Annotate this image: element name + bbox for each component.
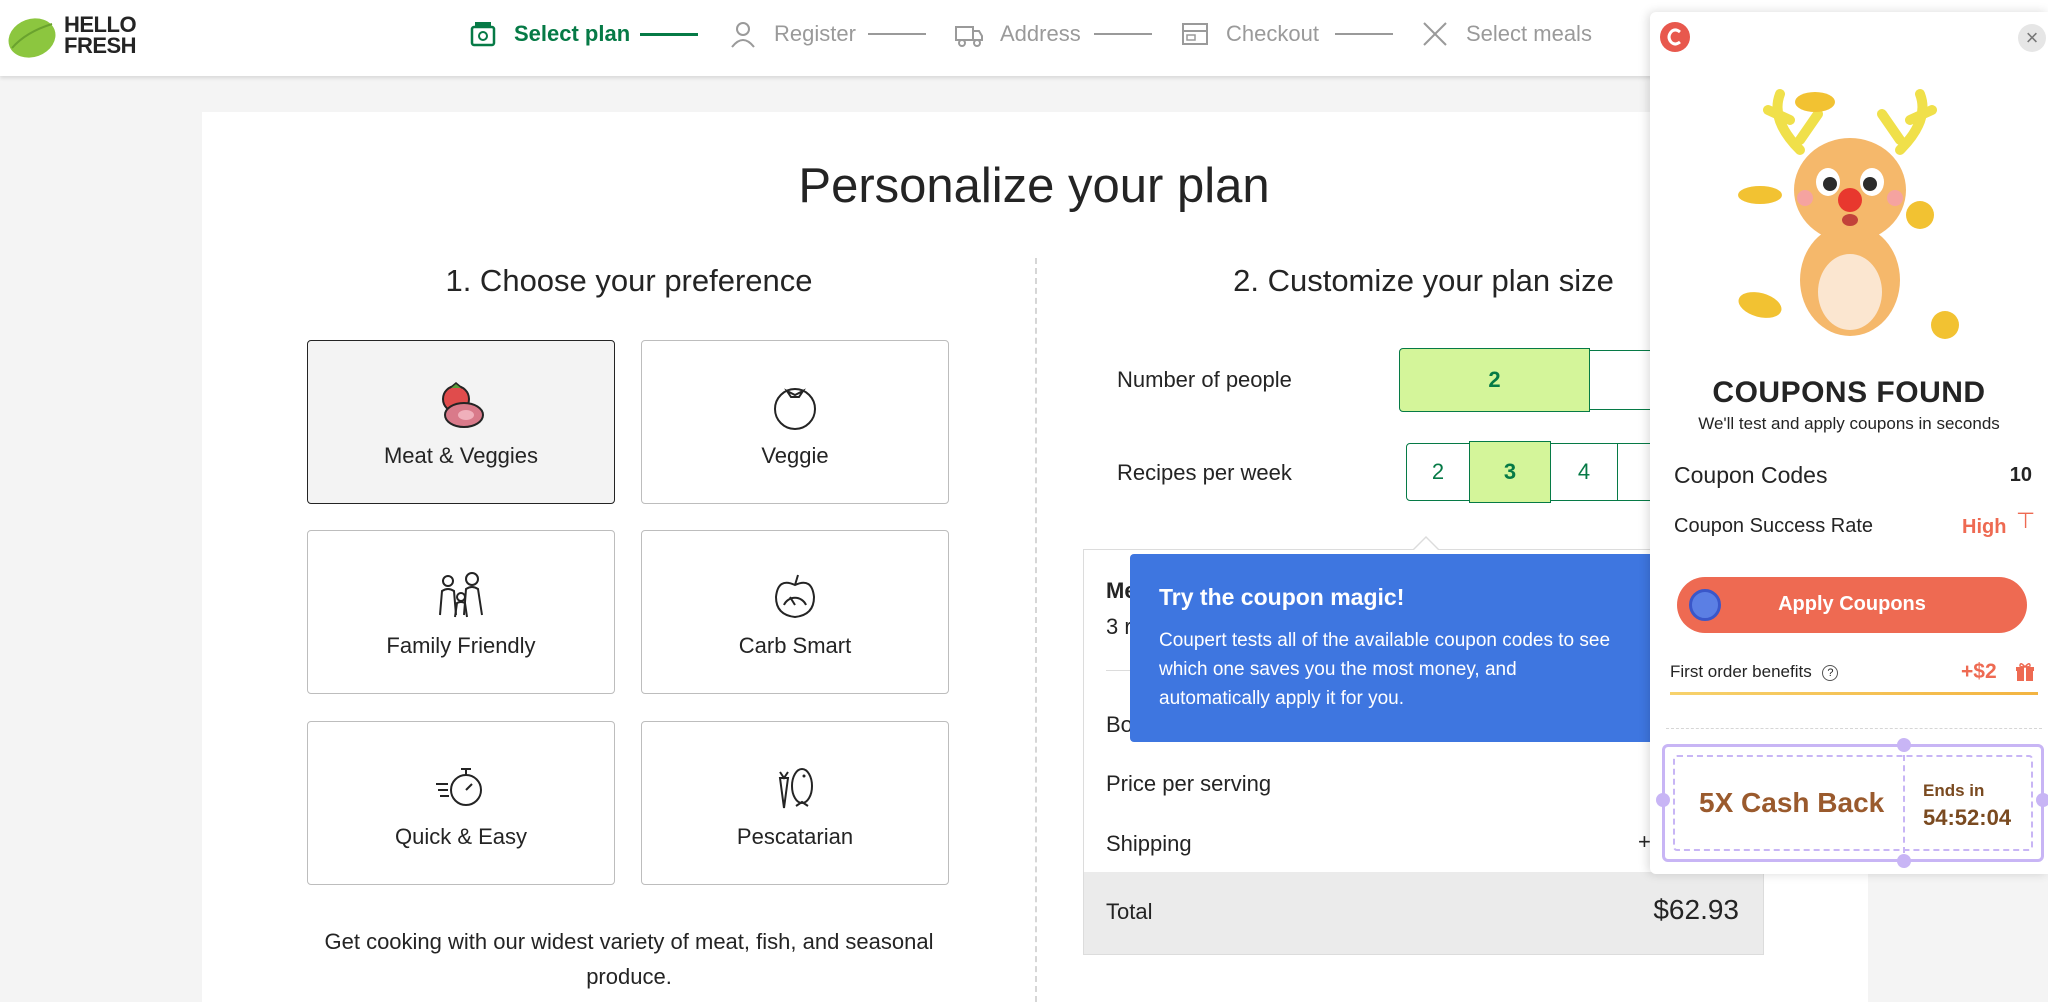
people-option-2[interactable]: 2: [1399, 348, 1590, 412]
ticket-notch: [1656, 793, 1670, 807]
people-option-next[interactable]: [1590, 350, 1652, 410]
step-label: Select plan: [514, 21, 631, 46]
ticket-notch: [1897, 738, 1911, 752]
people-label: Number of people: [1117, 367, 1292, 392]
coupons-found-subheading: We'll test and apply coupons in seconds: [1698, 414, 2000, 433]
step-select-plan[interactable]: Select plan: [468, 12, 630, 56]
stopwatch-icon: [436, 768, 482, 806]
benefit-progress-line: [1670, 692, 2038, 695]
step-connector: [868, 33, 926, 35]
preference-veggie[interactable]: Veggie: [641, 340, 949, 504]
cashback-ticket[interactable]: 5X Cash Back Ends in 54:52:04: [1656, 738, 2048, 868]
section-preference-title: 1. Choose your preference: [445, 263, 813, 298]
tooltip-body: Coupert tests all of the available coupo…: [1159, 630, 1611, 709]
lime-logo-icon: [8, 18, 56, 58]
preference-meat-veggies[interactable]: Meat & Veggies: [307, 340, 615, 504]
step-label: Checkout: [1226, 21, 1319, 46]
shipping-label: Shipping: [1106, 831, 1192, 856]
recipes-option-3[interactable]: 3: [1469, 441, 1551, 503]
rate-indicator-icon: ⊤: [2016, 508, 2036, 533]
fish-carrot-icon: [778, 768, 813, 809]
preference-label: Family Friendly: [386, 633, 536, 658]
reindeer-mascot-icon: [1738, 89, 1959, 339]
preference-label: Quick & Easy: [394, 824, 528, 849]
truck-icon: [955, 26, 983, 47]
step-select-meals[interactable]: Select meals: [1420, 12, 1592, 56]
coupon-magic-tooltip: Try the coupon magic! Coupert tests all …: [1130, 554, 1666, 742]
box-price-label: Bo: [1106, 712, 1133, 737]
apple-gauge-icon: [774, 574, 816, 619]
total-value: $62.93: [1653, 894, 1739, 925]
coupon-codes-label: Coupon Codes: [1674, 462, 1828, 488]
summary-pointer-fill: [1413, 538, 1439, 551]
plan-icon: [470, 22, 496, 47]
preference-quick-easy[interactable]: Quick & Easy: [307, 721, 615, 885]
ends-in-label: Ends in: [1923, 781, 1985, 800]
coupon-success-label: Coupon Success Rate: [1674, 515, 1874, 537]
recipes-label: Recipes per week: [1117, 460, 1292, 485]
close-icon[interactable]: ×: [2018, 24, 2046, 52]
shipping-value: +: [1638, 829, 1651, 854]
step-label: Select meals: [1466, 21, 1592, 46]
apply-coupons-button[interactable]: Apply Coupons: [1677, 577, 2027, 633]
preference-carb-smart[interactable]: Carb Smart: [641, 530, 949, 694]
logo-wordmark: HELLO FRESH: [64, 12, 137, 58]
preference-pescatarian[interactable]: Pescatarian: [641, 721, 949, 885]
logo-line1: HELLO: [64, 12, 137, 37]
coupon-codes-value: 10: [2009, 464, 2032, 486]
ticket-notch: [2036, 793, 2048, 807]
apply-coupons-label: Apply Coupons: [1778, 593, 1926, 615]
price-per-serving-label: Price per serving: [1106, 771, 1272, 796]
meals-count: 3 r: [1106, 614, 1132, 639]
gift-icon[interactable]: [2014, 661, 2036, 683]
preference-label: Pescatarian: [736, 824, 854, 849]
preference-label: Carb Smart: [738, 633, 852, 658]
step-checkout[interactable]: Checkout: [1180, 12, 1319, 56]
total-bar: Total $62.93: [1084, 872, 1763, 954]
step-connector: [1094, 33, 1152, 35]
step-address[interactable]: Address: [954, 12, 1081, 56]
coupert-logo-icon: [1660, 22, 1690, 52]
coupons-found-heading: COUPONS FOUND: [1712, 376, 1986, 409]
card-icon: [1182, 23, 1208, 45]
total-label: Total: [1106, 899, 1153, 924]
tomato-icon: [774, 388, 816, 430]
ticket-divider: [1903, 755, 1905, 853]
meat-veggies-icon: [442, 382, 484, 428]
hellofresh-logo[interactable]: HELLO FRESH: [6, 10, 146, 60]
step-connector: [640, 33, 698, 36]
fork-knife-icon: [1423, 22, 1447, 46]
first-order-value: +$2: [1961, 660, 1997, 683]
step-register[interactable]: Register: [728, 12, 856, 56]
first-order-benefits-label: First order benefits ?: [1670, 662, 1839, 682]
preference-label: Meat & Veggies: [383, 443, 539, 468]
coupon-success-value: High: [1962, 516, 2007, 538]
panel-separator: [1666, 728, 2042, 729]
step-label: Address: [1000, 21, 1081, 46]
first-order-text: First order benefits: [1670, 662, 1812, 681]
logo-line2: FRESH: [64, 33, 137, 58]
recipes-option-2[interactable]: 2: [1406, 443, 1470, 501]
step-label: Register: [774, 21, 856, 46]
ticket-notch: [1897, 854, 1911, 868]
recipes-option-4[interactable]: 4: [1550, 443, 1618, 501]
preference-family-friendly[interactable]: Family Friendly: [307, 530, 615, 694]
section-divider: [1035, 258, 1037, 1002]
step-connector: [1335, 33, 1393, 35]
countdown-timer: 54:52:04: [1923, 805, 2012, 830]
preference-label: Veggie: [761, 443, 829, 468]
user-icon: [731, 22, 755, 48]
help-icon[interactable]: ?: [1822, 664, 1839, 681]
tooltip-title: Try the coupon magic!: [1159, 584, 1405, 610]
family-icon: [439, 572, 483, 618]
cashback-label: 5X Cash Back: [1699, 787, 1885, 818]
preference-description: Get cooking with our widest variety of m…: [324, 929, 934, 989]
